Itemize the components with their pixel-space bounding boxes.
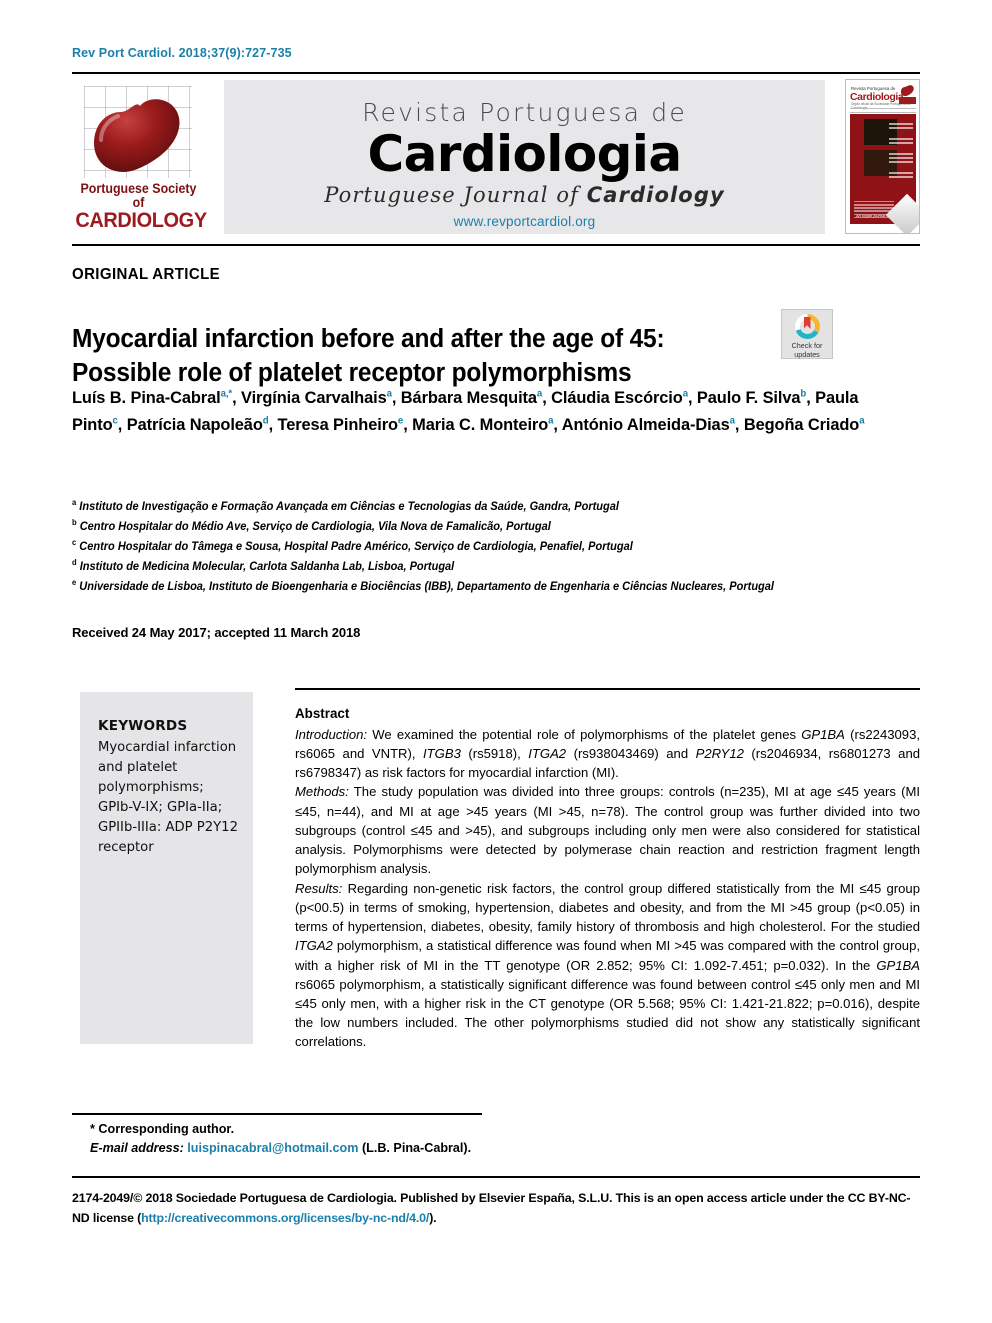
copyright-rule (72, 1176, 920, 1178)
affiliation-marker: b (72, 518, 77, 528)
affiliation-item: a Instituto de Investigação e Formação A… (72, 498, 619, 513)
journal-name-main: Cardiologia (367, 125, 683, 183)
corresponding-author-note: * Corresponding author. (90, 1122, 235, 1136)
keywords-box: KEYWORDS Myocardial infarction and plate… (80, 692, 253, 1044)
email-owner: (L.B. Pina-Cabral). (361, 1140, 472, 1155)
journal-name-sub: Portuguese Journal of Cardiology (224, 183, 825, 207)
email-label: E-mail address: (90, 1140, 184, 1155)
cover-heart-icon (900, 85, 914, 97)
journal-url-link[interactable]: www.revportcardiol.org (224, 214, 825, 229)
title-line-1: Myocardial infarction before and after t… (72, 325, 665, 354)
affiliation-marker: c (72, 538, 77, 548)
title-line-2: Possible role of platelet receptor polym… (72, 359, 632, 388)
crossmark-label: Check for updates (782, 341, 832, 360)
journal-title-band: Revista Portuguesa de Cardiologia Portug… (224, 80, 825, 234)
society-logo: Portuguese Society of CARDIOLOGY (72, 82, 207, 232)
cover-society-mark (899, 97, 916, 104)
crossmark-label-line2: updates (794, 349, 820, 359)
abstract-top-rule (295, 688, 920, 690)
society-name-line1: Portuguese Society of (80, 181, 197, 210)
footnote-rule (72, 1113, 482, 1115)
affiliation-marker: e (72, 578, 77, 588)
society-name-line2: CARDIOLOGY (75, 208, 207, 232)
top-rule (72, 72, 920, 74)
page-title: Myocardial infarction before and after t… (72, 322, 734, 390)
running-head: Rev Port Cardiol. 2018;37(9):727-735 (72, 46, 292, 60)
affiliation-list: a Instituto de Investigação e Formação A… (72, 496, 878, 596)
cover-headline-list (889, 123, 913, 180)
journal-masthead: Portuguese Society of CARDIOLOGY Revista… (72, 79, 920, 242)
affiliation-item: e Universidade de Lisboa, Instituto de B… (72, 578, 774, 594)
copyright-block: 2174-2049/© 2018 Sociedade Portuguesa de… (72, 1188, 922, 1228)
crossmark-ring-icon (794, 314, 820, 339)
keywords-heading: KEYWORDS (98, 718, 188, 734)
article-type-label: ORIGINAL ARTICLE (72, 266, 221, 283)
crossmark-badge[interactable]: Check for updates (781, 309, 833, 359)
masthead-bottom-rule (72, 244, 920, 246)
email-link[interactable]: luispinacabral@hotmail.com (187, 1141, 358, 1155)
journal-sub-bold: Cardiology (586, 182, 725, 207)
abstract-paragraph: Methods: The study population was divide… (295, 784, 920, 877)
abstract-section-label: Introduction: (295, 726, 368, 742)
abstract-paragraph: Introduction: We examined the potential … (295, 726, 921, 781)
crossmark-label-line1: Check for (791, 341, 823, 350)
footnote-block: * Corresponding author. E-mail address: … (76, 1120, 576, 1158)
heart-icon (94, 99, 180, 172)
journal-name-pre: Revista Portuguesa de (362, 98, 687, 127)
affiliation-item: b Centro Hospitalar do Médio Ave, Serviç… (72, 518, 551, 533)
abstract-paragraph: Results: Regarding non-genetic risk fact… (295, 880, 920, 1050)
keywords-text: Myocardial infarction and platelet polym… (98, 739, 238, 855)
affiliation-marker: a (72, 498, 77, 507)
license-link[interactable]: http://creativecommons.org/licenses/by-n… (141, 1211, 429, 1225)
abstract-section: Abstract Introduction: We examined the p… (295, 704, 920, 1052)
journal-cover-thumbnail: Revista Portuguesa de Cardiologia Órgão … (845, 79, 920, 234)
affiliation-item: d Instituto de Medicina Molecular, Carlo… (72, 558, 455, 574)
author-list: Luís B. Pina-Cabrala,*, Virgínia Carvalh… (72, 388, 865, 434)
cover-issue-bar (850, 108, 916, 113)
crossmark-flag-icon (803, 317, 811, 329)
journal-sub-plain: Portuguese Journal of (324, 182, 587, 207)
received-accepted-line: Received 24 May 2017; accepted 11 March … (72, 625, 361, 640)
copyright-text-after: ). (429, 1211, 437, 1226)
abstract-section-label: Methods: (295, 784, 349, 800)
article-first-page: Rev Port Cardiol. 2018;37(9):727-735 Por… (0, 0, 992, 1323)
abstract-heading: Abstract (295, 706, 350, 721)
abstract-section-label: Results: (295, 880, 343, 896)
abstract-body: Introduction: We examined the potential … (295, 725, 920, 1052)
email-line: E-mail address: luispinacabral@hotmail.c… (76, 1139, 576, 1158)
cover-artwork: An organ journal of Cardiology (850, 114, 919, 233)
cover-corner-ribbon (885, 193, 919, 233)
society-name: Portuguese Society of CARDIOLOGY (72, 181, 207, 232)
affiliation-item: c Centro Hospitalar do Tâmega e Sousa, H… (72, 538, 633, 554)
affiliation-marker: d (72, 558, 77, 568)
cover-header: Revista Portuguesa de Cardiologia Órgão … (846, 80, 919, 113)
